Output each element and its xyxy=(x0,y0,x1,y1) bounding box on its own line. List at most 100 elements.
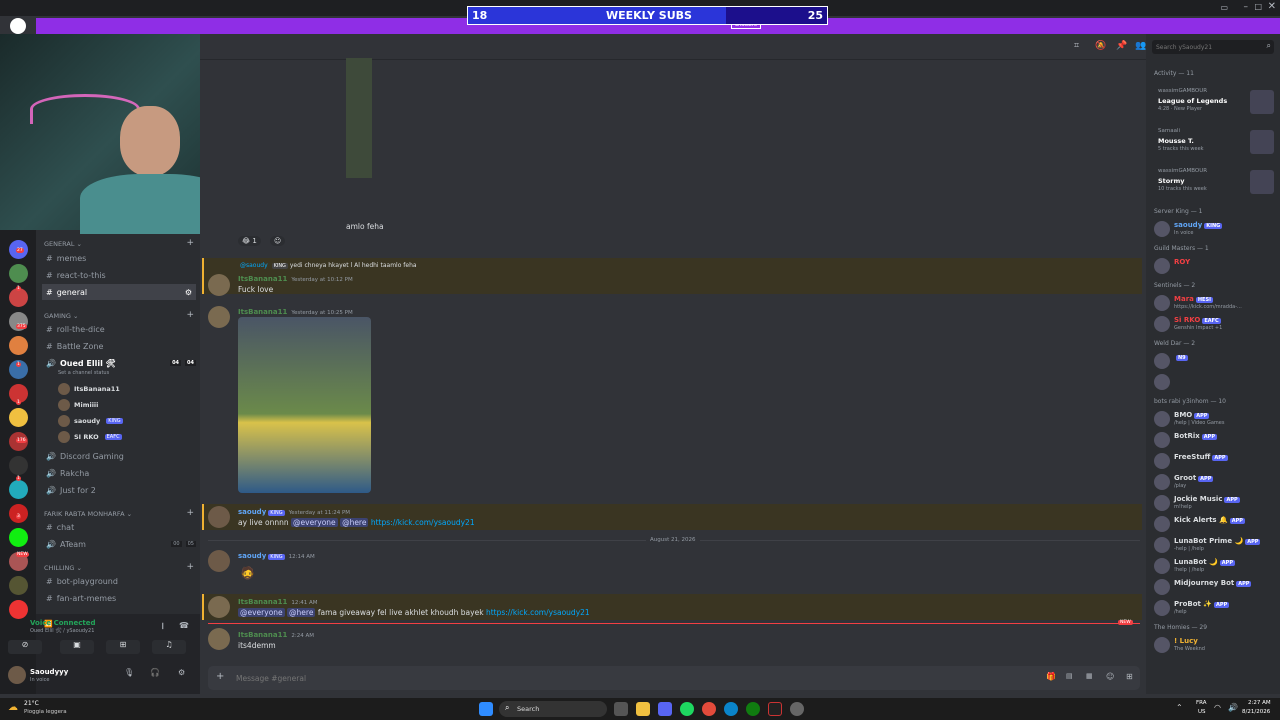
member-list-icon[interactable]: 👥 xyxy=(1135,41,1146,51)
voice-channel-just-for-2[interactable]: 🔊 Just for 2 xyxy=(42,482,196,498)
minimize-icon[interactable]: – xyxy=(1244,2,1249,12)
category-gaming[interactable]: GAMING ⌄ xyxy=(44,312,78,320)
reaction[interactable]: 😂 1 xyxy=(238,236,261,246)
member-item[interactable]: Mara HESI https://kick.com/mradda-... xyxy=(1154,294,1278,312)
avatar[interactable] xyxy=(208,628,230,650)
mention-here[interactable]: @here xyxy=(287,608,316,617)
disconnect-icon[interactable]: ☎ xyxy=(179,621,189,630)
message-link[interactable]: https://kick.com/ysaoudy21 xyxy=(371,518,475,527)
soundboard-button[interactable]: ♫ xyxy=(152,640,186,654)
server-icon[interactable] xyxy=(9,456,28,475)
discord-icon[interactable] xyxy=(658,702,672,716)
member-item[interactable]: Kick Alerts 🔔 APP xyxy=(1154,515,1278,533)
add-channel-icon[interactable]: + xyxy=(186,508,194,518)
obs-icon[interactable] xyxy=(768,702,782,716)
avatar[interactable] xyxy=(8,666,26,684)
message-link[interactable]: https://kick.com/ysaoudy21 xyxy=(486,608,590,617)
edge-icon[interactable] xyxy=(724,702,738,716)
activity-card[interactable]: wassimGAMBOUR Stormy 10 tracks this week xyxy=(1152,168,1276,202)
message-input-box[interactable]: + 🎁 ▤ ▦ ☺ ⊞ xyxy=(208,666,1140,690)
maximize-icon[interactable]: □ xyxy=(1254,2,1262,11)
notification-icon[interactable]: 🔕 xyxy=(1095,41,1106,51)
screen-share-button[interactable]: ▣ xyxy=(60,640,94,654)
search-input[interactable] xyxy=(1156,42,1256,52)
message-username[interactable]: saoudy xyxy=(238,508,266,516)
voice-channel-discord-gaming[interactable]: 🔊 Discord Gaming xyxy=(42,448,196,464)
member-item[interactable]: ROY xyxy=(1154,257,1278,275)
member-item[interactable]: Si RKO EAFC Genshin Impact +1 xyxy=(1154,315,1278,333)
mention-here[interactable]: @here xyxy=(340,518,369,527)
server-icon[interactable] xyxy=(9,264,28,283)
activities-button[interactable]: ⊞ xyxy=(106,640,140,654)
user-settings-icon[interactable]: ⚙ xyxy=(178,668,185,677)
member-item[interactable]: LunaBot Prime 🌙 APP -help | /help xyxy=(1154,536,1278,554)
member-item[interactable]: BotRix APP xyxy=(1154,431,1278,449)
network-icon[interactable]: ⌃ xyxy=(1176,703,1183,712)
voice-channel-ateam[interactable]: 🔊 ATeam 00 05 xyxy=(42,536,196,552)
member-item[interactable]: ProBot ✨ APP/help xyxy=(1154,599,1278,617)
task-view-icon[interactable] xyxy=(614,702,628,716)
server-icon[interactable] xyxy=(9,336,28,355)
image-attachment[interactable] xyxy=(346,58,372,178)
username[interactable]: Saoudyyy xyxy=(30,668,68,676)
member-item[interactable]: FreeStuff APP xyxy=(1154,452,1278,470)
inbox-icon[interactable]: ▭ xyxy=(1220,3,1228,12)
activity-card[interactable]: wassimGAMBOUR League of Legends 4:28 · New… xyxy=(1152,88,1276,122)
spotify-icon[interactable] xyxy=(680,702,694,716)
voice-user[interactable]: ItsBanana11 xyxy=(58,382,120,396)
settings-icon[interactable] xyxy=(790,702,804,716)
member-item[interactable]: Midjourney Bot APP xyxy=(1154,578,1278,596)
mention-everyone[interactable]: @everyone xyxy=(238,608,285,617)
start-icon[interactable] xyxy=(479,702,493,716)
search-icon[interactable]: ⌕ xyxy=(1267,41,1271,51)
server-icon[interactable] xyxy=(9,408,28,427)
message-username[interactable]: saoudy xyxy=(238,552,266,560)
avatar[interactable] xyxy=(208,506,230,528)
member-item[interactable]: Groot APP/play xyxy=(1154,473,1278,491)
wifi-icon[interactable]: ◠ xyxy=(1214,703,1221,712)
image-attachment[interactable] xyxy=(238,317,371,493)
avatar[interactable] xyxy=(208,306,230,328)
message-username[interactable]: ItsBanana11 xyxy=(238,598,287,606)
channel-battle-zone[interactable]: # Battle Zone xyxy=(42,338,196,354)
taskbar-search[interactable]: ⌕ Search xyxy=(499,701,607,717)
member-item[interactable]: ! Lucy The Weeknd xyxy=(1154,636,1278,654)
message-username[interactable]: ItsBanana11 xyxy=(238,631,287,639)
gif-icon[interactable]: ▤ xyxy=(1066,672,1073,680)
settings-icon[interactable]: ⚙ xyxy=(185,288,192,297)
channel-chat[interactable]: # chat xyxy=(42,519,196,535)
channel-general[interactable]: # general ⚙ xyxy=(42,284,196,300)
weather-temp[interactable]: 21°C xyxy=(24,700,39,707)
home-icon[interactable] xyxy=(10,18,26,34)
emoji-icon[interactable]: ☺ xyxy=(1106,672,1114,681)
message-username[interactable]: ItsBanana11 xyxy=(238,275,287,283)
server-icon[interactable] xyxy=(9,528,28,547)
upload-icon[interactable]: + xyxy=(216,671,224,682)
channel-memes[interactable]: # memes xyxy=(42,250,196,266)
category-general[interactable]: General ⌄ xyxy=(44,240,82,248)
voice-status[interactable]: Set a channel status xyxy=(58,370,109,376)
noise-suppression-icon[interactable]: 𝄃 xyxy=(162,622,164,632)
channel-roll-the-dice[interactable]: # roll-the-dice xyxy=(42,321,196,337)
add-reaction-button[interactable]: ☺ xyxy=(270,236,286,246)
server-icon[interactable] xyxy=(9,600,28,619)
channel-fan-art-memes[interactable]: # fan-art-memes xyxy=(42,590,196,606)
volume-icon[interactable]: 🔊 xyxy=(1228,703,1238,712)
server-icon[interactable] xyxy=(9,480,28,499)
search-box[interactable]: ⌕ xyxy=(1152,40,1274,54)
voice-channel-rakcha[interactable]: 🔊 Rakcha xyxy=(42,465,196,481)
activity-card[interactable]: Samaali Mousse T. 5 tracks this week xyxy=(1152,128,1276,162)
member-item[interactable] xyxy=(1154,373,1278,391)
voice-user[interactable]: saoudy KING xyxy=(58,414,123,428)
microphone-icon[interactable]: 🎙 xyxy=(124,668,134,677)
voice-channel-oued-ellil[interactable]: 🔊 Oued Ellil 🛠 04 04 xyxy=(42,355,196,371)
file-explorer-icon[interactable] xyxy=(636,702,650,716)
language-code[interactable]: FRA xyxy=(1196,700,1207,706)
avatar[interactable] xyxy=(208,596,230,618)
sticker-icon[interactable]: ▦ xyxy=(1086,672,1093,680)
category-chilling[interactable]: CHILLING ⌄ xyxy=(44,564,82,572)
headphones-icon[interactable]: 🎧 xyxy=(150,668,160,677)
voice-connected-label[interactable]: Voice Connected xyxy=(30,619,96,627)
category-farik[interactable]: FARIK RABTA MONHARFA ⌄ xyxy=(44,510,132,518)
avatar[interactable] xyxy=(208,274,230,296)
